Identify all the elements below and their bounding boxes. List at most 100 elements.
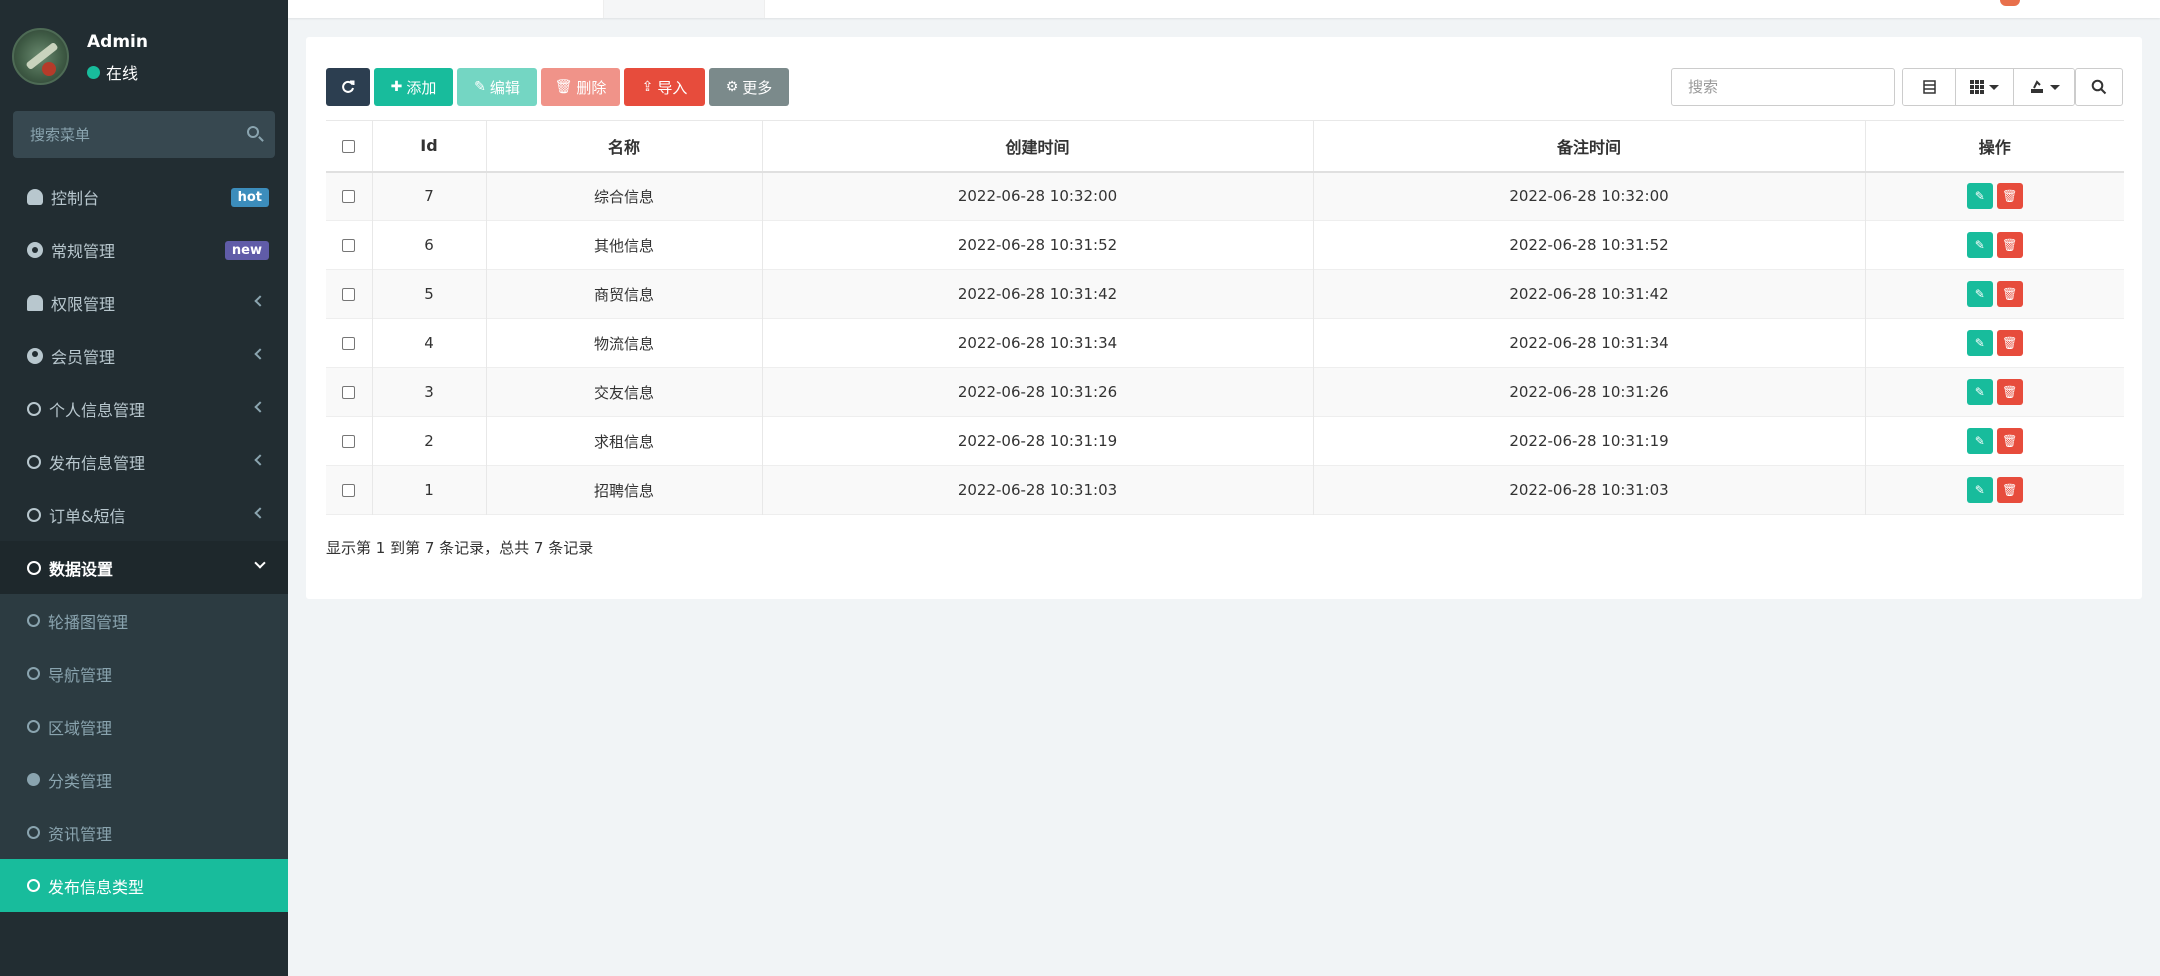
sidebar-search-input[interactable] [13, 111, 275, 158]
cell-actions: ✎ 🗑 [1865, 319, 2124, 368]
row-edit-button[interactable]: ✎ [1966, 330, 1993, 356]
export-icon [2030, 80, 2043, 93]
top-avatar[interactable] [2000, 0, 2020, 6]
caret-down-icon [1989, 84, 1999, 90]
table-search-input[interactable] [1671, 68, 1895, 106]
sidebar-item-label: 分类管理 [48, 771, 113, 791]
cell-actions: ✎ 🗑 [1865, 221, 2124, 270]
refresh-button[interactable] [326, 68, 370, 106]
cell-remark: 2022-06-28 10:32:00 [1313, 171, 1866, 221]
row-checkbox[interactable] [342, 484, 356, 497]
row-checkbox[interactable] [342, 288, 356, 301]
sidebar-item-general[interactable]: 常规管理 new [0, 223, 288, 276]
table-row[interactable]: 3 交友信息 2022-06-28 10:31:26 2022-06-28 10:31… [326, 367, 2124, 417]
sidebar-item-label: 订单&短信 [49, 506, 126, 526]
cell-id: 3 [372, 367, 487, 417]
sidebar-item-publish-info[interactable]: 发布信息管理 [0, 435, 288, 488]
sidebar-item-member[interactable]: 会员管理 [0, 329, 288, 382]
toolbar: ✚ 添加 ✎ 编辑 🗑 删除 ⇪ 导入 ⚙ 更多 [326, 68, 793, 106]
sidebar-item-personal-info[interactable]: 个人信息管理 [0, 382, 288, 435]
data-table: Id 名称 创建时间 备注时间 操作 7 综合信息 2022-06-28 10:32… [326, 120, 2124, 515]
active-tab[interactable] [603, 0, 765, 18]
delete-button[interactable]: 🗑 删除 [541, 68, 620, 106]
columns-button[interactable] [1956, 69, 2014, 105]
column-header-name[interactable]: 名称 [486, 120, 763, 172]
table-row[interactable]: 4 物流信息 2022-06-28 10:31:34 2022-06-28 10:31… [326, 318, 2124, 368]
more-button[interactable]: ⚙ 更多 [709, 68, 789, 106]
trash-icon: 🗑 [2002, 238, 2018, 252]
table-tools [1902, 68, 2075, 106]
sidebar-item-auth[interactable]: 权限管理 [0, 276, 288, 329]
column-header-actions: 操作 [1978, 137, 2011, 157]
edit-button[interactable]: ✎ 编辑 [457, 68, 537, 106]
import-button[interactable]: ⇪ 导入 [624, 68, 705, 106]
row-checkbox[interactable] [342, 337, 356, 350]
row-delete-button[interactable]: 🗑 [1996, 183, 2023, 210]
table-row[interactable]: 5 商贸信息 2022-06-28 10:31:42 2022-06-28 10:31… [326, 269, 2124, 319]
upload-icon: ⇪ [641, 79, 654, 95]
table-row[interactable]: 6 其他信息 2022-06-28 10:31:52 2022-06-28 10:31… [326, 220, 2124, 270]
search-icon[interactable] [247, 126, 259, 138]
row-select-cell [326, 367, 373, 417]
select-all-checkbox[interactable] [342, 140, 356, 154]
row-edit-button[interactable]: ✎ [1966, 281, 1993, 307]
sidebar-item-label: 导航管理 [48, 665, 113, 685]
select-all-cell [326, 120, 373, 172]
row-delete-button[interactable]: 🗑 [1996, 477, 2023, 503]
row-checkbox[interactable] [342, 386, 356, 399]
avatar[interactable] [12, 28, 69, 85]
column-header-created[interactable]: 创建时间 [762, 120, 1314, 172]
cell-id: 5 [372, 269, 487, 319]
add-button[interactable]: ✚ 添加 [374, 68, 453, 106]
row-delete-button[interactable]: 🗑 [1996, 379, 2023, 405]
row-delete-button[interactable]: 🗑 [1996, 330, 2023, 356]
row-select-cell [326, 220, 373, 270]
export-button[interactable] [2014, 69, 2074, 105]
chevron-left-icon [254, 454, 266, 466]
row-delete-button[interactable]: 🗑 [1996, 232, 2023, 258]
row-checkbox[interactable] [342, 239, 356, 252]
pencil-icon: ✎ [1974, 336, 1985, 350]
cell-actions: ✎ 🗑 [1865, 368, 2124, 417]
sidebar-subitem-carousel[interactable]: 轮播图管理 [0, 594, 288, 647]
sidebar-item-data-settings[interactable]: 数据设置 [0, 541, 288, 594]
cell-id: 2 [372, 416, 487, 466]
sidebar-subitem-region[interactable]: 区域管理 [0, 700, 288, 753]
row-edit-button[interactable]: ✎ [1966, 379, 1993, 405]
table-row[interactable]: 7 综合信息 2022-06-28 10:32:00 2022-06-28 10:32… [326, 171, 2124, 221]
sidebar-subitem-publish-type[interactable]: 发布信息类型 [0, 859, 288, 912]
cell-created: 2022-06-28 10:32:00 [762, 171, 1314, 221]
import-button-label: 导入 [657, 78, 688, 97]
chevron-left-icon [254, 295, 266, 307]
toggle-view-button[interactable] [1903, 69, 1956, 105]
row-edit-button[interactable]: ✎ [1966, 428, 1993, 454]
cell-actions: ✎ 🗑 [1865, 417, 2124, 466]
circle-icon [27, 667, 40, 680]
column-header-remark[interactable]: 备注时间 [1313, 120, 1866, 172]
row-delete-button[interactable]: 🗑 [1996, 281, 2023, 307]
caret-down-icon [2049, 84, 2060, 90]
row-delete-button[interactable]: 🗑 [1996, 428, 2023, 454]
advanced-search-button[interactable] [2075, 68, 2123, 106]
row-edit-button[interactable]: ✎ [1966, 477, 1993, 503]
row-edit-button[interactable]: ✎ [1966, 183, 1993, 210]
cell-actions: ✎ 🗑 [1865, 172, 2124, 221]
row-checkbox[interactable] [342, 435, 356, 448]
pagination-summary: 显示第 1 到第 7 条记录，总共 7 条记录 [326, 539, 594, 557]
sidebar-item-dashboard[interactable]: 控制台 hot [0, 170, 288, 223]
sidebar-subitem-navigation[interactable]: 导航管理 [0, 647, 288, 700]
row-checkbox[interactable] [342, 190, 356, 204]
circle-icon [27, 454, 41, 469]
refresh-icon [342, 80, 355, 93]
sidebar-subitem-category[interactable]: 分类管理 [0, 753, 288, 806]
cell-remark: 2022-06-28 10:31:52 [1313, 220, 1866, 270]
sidebar-subitem-news[interactable]: 资讯管理 [0, 806, 288, 859]
row-edit-button[interactable]: ✎ [1966, 232, 1993, 258]
table-row[interactable]: 1 招聘信息 2022-06-28 10:31:03 2022-06-28 10:31… [326, 465, 2124, 515]
sidebar: Admin 在线 控制台 hot 常规管理 new 权限管理 会员管理 [0, 0, 288, 976]
column-header-id[interactable]: Id [372, 120, 487, 172]
table-row[interactable]: 2 求租信息 2022-06-28 10:31:19 2022-06-28 10:31… [326, 416, 2124, 466]
table-view-icon [1922, 80, 1936, 94]
sidebar-item-orders-sms[interactable]: 订单&短信 [0, 488, 288, 541]
sidebar-item-label: 会员管理 [51, 347, 116, 367]
